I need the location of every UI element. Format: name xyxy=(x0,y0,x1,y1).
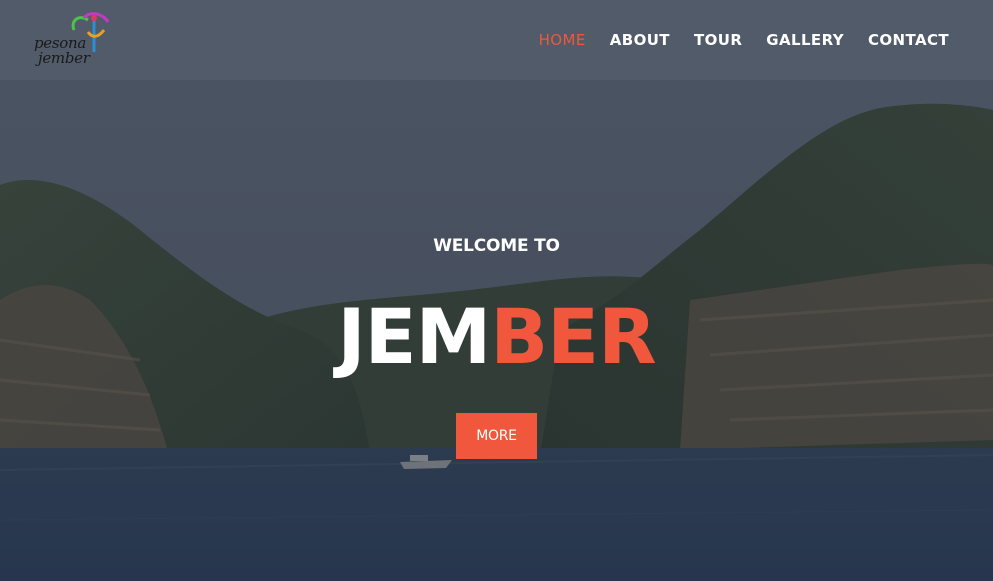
site-logo[interactable]: pesona jember xyxy=(30,12,122,72)
logo-wordmark: pesona jember xyxy=(34,36,90,66)
nav-item-tour[interactable]: TOUR xyxy=(694,31,742,49)
hero-welcome-text: WELCOME TO xyxy=(433,236,560,256)
logo-line2: jember xyxy=(38,49,90,67)
site-header: pesona jember HOME ABOUT TOUR GALLERY CO… xyxy=(0,0,993,80)
hero-overlay xyxy=(0,0,993,581)
hero-title-part1: JEM xyxy=(337,292,491,381)
nav-item-gallery[interactable]: GALLERY xyxy=(766,31,844,49)
nav-item-about[interactable]: ABOUT xyxy=(610,31,670,49)
nav-item-home[interactable]: HOME xyxy=(539,31,586,49)
main-nav: HOME ABOUT TOUR GALLERY CONTACT xyxy=(515,31,949,49)
nav-item-contact[interactable]: CONTACT xyxy=(868,31,949,49)
hero-title-part2: BER xyxy=(490,292,656,381)
more-button[interactable]: MORE xyxy=(456,413,537,459)
hero-title: JEMBER xyxy=(0,292,993,382)
